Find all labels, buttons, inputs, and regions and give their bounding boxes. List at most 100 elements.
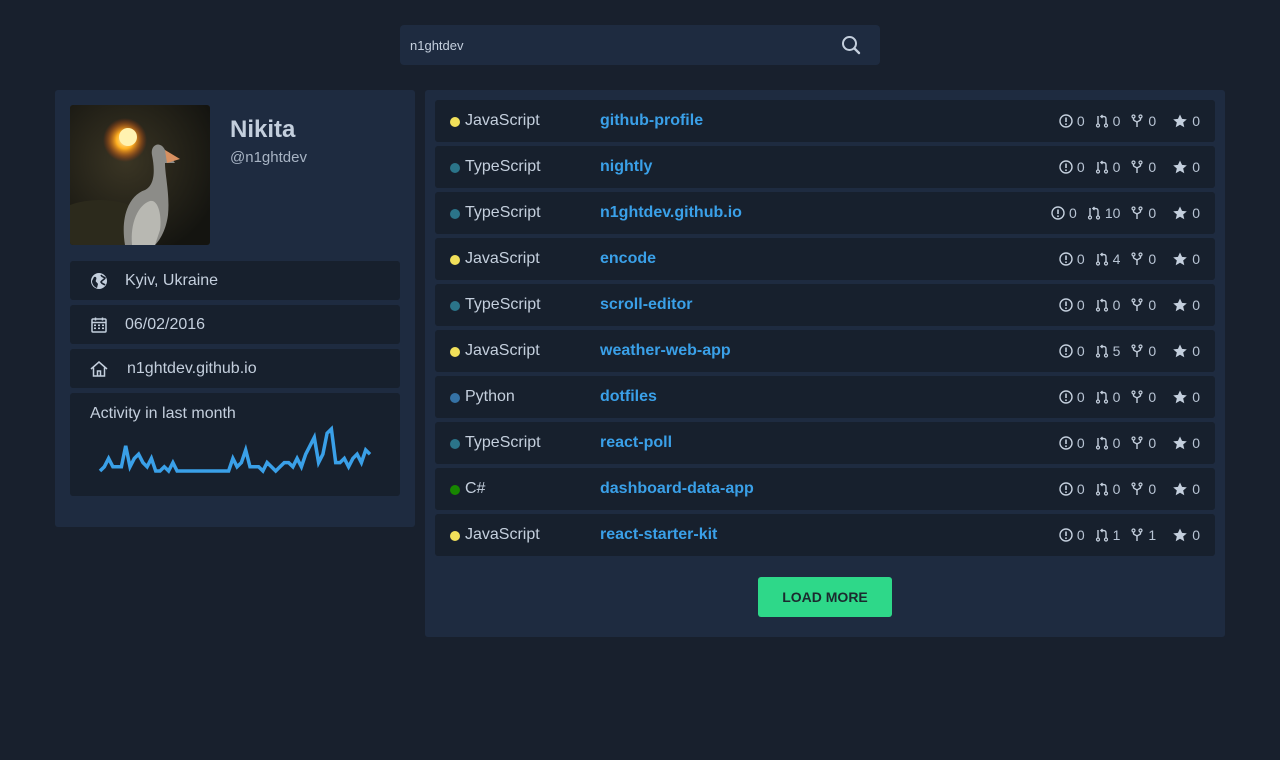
pull-request-icon [1095, 390, 1108, 404]
forks-stat: 0 [1130, 251, 1156, 267]
issues-count: 0 [1076, 481, 1085, 497]
repo-stats: 0 1 1 0 [1049, 527, 1200, 543]
repo-name-link[interactable]: n1ghtdev.github.io [600, 204, 742, 222]
fork-icon [1131, 160, 1144, 173]
issue-icon [1059, 528, 1073, 542]
prs-count: 0 [1112, 297, 1121, 313]
prs-stat: 0 [1095, 159, 1120, 175]
language-color-dot [450, 117, 460, 127]
fork-icon [1131, 436, 1144, 449]
repo-stats: 0 10 0 0 [1041, 205, 1200, 221]
location-text: Kyiv, Ukraine [125, 271, 219, 289]
load-more-button[interactable]: LOAD MORE [758, 577, 892, 617]
repo-stats: 0 0 0 0 [1049, 481, 1200, 497]
issues-stat: 0 [1059, 159, 1085, 175]
issue-icon [1059, 344, 1073, 358]
search-button[interactable] [836, 25, 866, 65]
issue-icon [1059, 252, 1073, 266]
forks-count: 0 [1148, 159, 1157, 175]
pull-request-icon [1095, 482, 1108, 496]
forks-stat: 0 [1130, 297, 1156, 313]
language-color-dot [450, 301, 460, 311]
forks-count: 0 [1148, 481, 1157, 497]
repo-name-link[interactable]: github-profile [600, 112, 703, 130]
prs-stat: 0 [1095, 297, 1121, 313]
stars-stat: 0 [1166, 251, 1200, 267]
star-icon [1173, 482, 1188, 496]
repo-name-link[interactable]: react-poll [600, 434, 672, 452]
issues-count: 0 [1076, 435, 1085, 451]
pull-request-icon [1087, 206, 1100, 220]
stars-stat: 0 [1166, 435, 1200, 451]
repo-row: TypeScript n1ghtdev.github.io 0 10 0 0 [435, 192, 1215, 234]
language-color-dot [450, 531, 460, 541]
pull-request-icon [1095, 252, 1108, 266]
prs-count: 1 [1112, 527, 1121, 543]
star-icon [1173, 298, 1188, 312]
repo-row: TypeScript nightly 0 0 0 0 [435, 146, 1215, 188]
repo-row: JavaScript encode 0 4 0 0 [435, 238, 1215, 280]
repo-name-link[interactable]: dashboard-data-app [600, 480, 754, 498]
stars-count: 0 [1192, 435, 1200, 451]
language-color-dot [450, 255, 460, 265]
stars-count: 0 [1192, 113, 1200, 129]
forks-count: 1 [1148, 527, 1157, 543]
repo-stats: 0 0 0 0 [1049, 159, 1200, 175]
repo-language: TypeScript [465, 296, 541, 313]
pull-request-icon [1095, 298, 1108, 312]
search-input[interactable] [400, 25, 820, 65]
issues-stat: 0 [1059, 113, 1085, 129]
prs-count: 10 [1104, 205, 1121, 221]
repo-name-link[interactable]: encode [600, 250, 656, 268]
fork-icon [1131, 252, 1144, 265]
stars-count: 0 [1192, 343, 1200, 359]
repo-language: TypeScript [465, 434, 541, 451]
pull-request-icon [1095, 436, 1108, 450]
prs-stat: 0 [1095, 113, 1120, 129]
forks-stat: 0 [1130, 435, 1156, 451]
website-link[interactable]: n1ghtdev.github.io [127, 360, 257, 378]
issues-count: 0 [1076, 297, 1085, 313]
issue-icon [1059, 482, 1073, 496]
language-color-dot [450, 347, 460, 357]
issue-icon [1051, 206, 1065, 220]
stars-count: 0 [1192, 297, 1200, 313]
repo-name-link[interactable]: weather-web-app [600, 342, 731, 360]
prs-count: 0 [1112, 389, 1121, 405]
prs-count: 0 [1112, 435, 1121, 451]
forks-count: 0 [1148, 435, 1157, 451]
repo-name-link[interactable]: nightly [600, 158, 652, 176]
repo-name-link[interactable]: scroll-editor [600, 296, 692, 314]
repo-language: JavaScript [465, 250, 540, 267]
forks-stat: 1 [1130, 527, 1156, 543]
fork-icon [1131, 482, 1144, 495]
repo-row: Python dotfiles 0 0 0 0 [435, 376, 1215, 418]
repo-stats: 0 5 0 0 [1049, 343, 1200, 359]
forks-count: 0 [1148, 251, 1157, 267]
website-row[interactable]: n1ghtdev.github.io [70, 349, 400, 388]
forks-count: 0 [1148, 389, 1157, 405]
stars-stat: 0 [1166, 481, 1200, 497]
repo-stats: 0 4 0 0 [1049, 251, 1200, 267]
issues-count: 0 [1076, 113, 1085, 129]
joined-date: 06/02/2016 [125, 315, 206, 333]
pull-request-icon [1095, 344, 1108, 358]
forks-stat: 0 [1130, 343, 1156, 359]
repo-stats: 0 0 0 0 [1049, 113, 1200, 129]
fork-icon [1131, 344, 1144, 357]
prs-stat: 10 [1087, 205, 1121, 221]
star-icon [1173, 344, 1188, 358]
star-icon [1173, 390, 1188, 404]
forks-stat: 0 [1130, 481, 1156, 497]
repo-list-panel: JavaScript github-profile 0 0 0 0 TypeSc… [425, 90, 1225, 637]
pull-request-icon [1095, 528, 1108, 542]
issues-count: 0 [1076, 251, 1085, 267]
repo-name-link[interactable]: react-starter-kit [600, 526, 717, 544]
issues-stat: 0 [1059, 527, 1085, 543]
calendar-icon [87, 313, 111, 337]
stars-stat: 0 [1166, 297, 1200, 313]
repo-name-link[interactable]: dotfiles [600, 388, 657, 406]
prs-stat: 0 [1095, 481, 1120, 497]
issues-stat: 0 [1059, 297, 1085, 313]
issue-icon [1059, 298, 1073, 312]
